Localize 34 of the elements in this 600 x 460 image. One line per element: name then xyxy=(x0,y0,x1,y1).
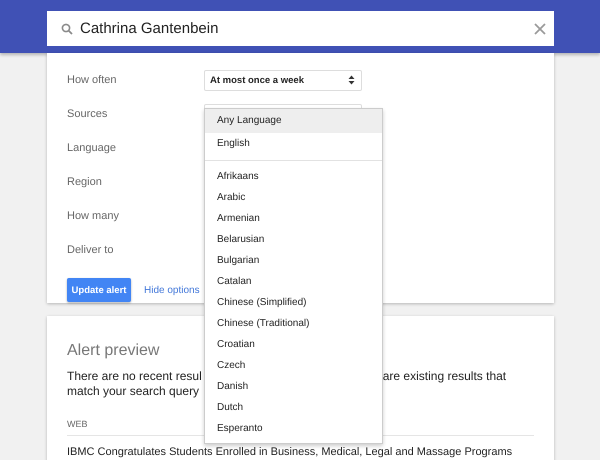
menu-item[interactable]: Chinese (Simplified) xyxy=(205,292,382,313)
hide-options-link[interactable]: Hide options xyxy=(144,284,200,296)
menu-item[interactable]: Afrikaans xyxy=(205,166,382,187)
menu-item[interactable]: Dutch xyxy=(205,397,382,418)
menu-item[interactable]: Arabic xyxy=(205,187,382,208)
result-link[interactable]: IBMC Congratulates Students Enrolled in Business, Medical, Legal and Massage Programs xyxy=(67,446,512,458)
menu-item[interactable]: Belarusian xyxy=(205,229,382,250)
search-field[interactable]: Cathrina Gantenbein xyxy=(47,11,554,46)
option-label: Language xyxy=(67,142,117,154)
option-label: Deliver to xyxy=(67,244,114,256)
option-label: How many xyxy=(67,210,120,222)
search-icon xyxy=(61,22,73,34)
search-input[interactable]: Cathrina Gantenbein xyxy=(80,20,534,37)
menu-item[interactable]: Croatian xyxy=(205,334,382,355)
select-field[interactable]: At most once a week xyxy=(204,70,362,90)
menu-item[interactable]: Catalan xyxy=(205,271,382,292)
menu-item[interactable]: Chinese (Traditional) xyxy=(205,313,382,334)
preview-title: Alert preview xyxy=(67,342,160,360)
menu-item[interactable]: English xyxy=(205,133,382,154)
message-text: are existing results that xyxy=(382,369,506,384)
option-label: Region xyxy=(67,176,103,188)
close-icon[interactable] xyxy=(534,22,546,34)
message-text: There are no recent resul xyxy=(67,369,202,384)
menu-item[interactable]: Any Language xyxy=(205,109,382,133)
menu-item[interactable]: Danish xyxy=(205,376,382,397)
menu-item[interactable]: Armenian xyxy=(205,208,382,229)
message-text: match your search query xyxy=(67,384,200,399)
menu-item[interactable]: Bulgarian xyxy=(205,250,382,271)
menu-item[interactable]: Esperanto xyxy=(205,418,382,439)
option-label: How often xyxy=(67,74,118,86)
option-label: Sources xyxy=(67,108,108,120)
update-alert-button[interactable]: Update alert xyxy=(67,278,131,302)
select-arrows-icon xyxy=(348,75,355,85)
menu-item[interactable]: Czech xyxy=(205,355,382,376)
